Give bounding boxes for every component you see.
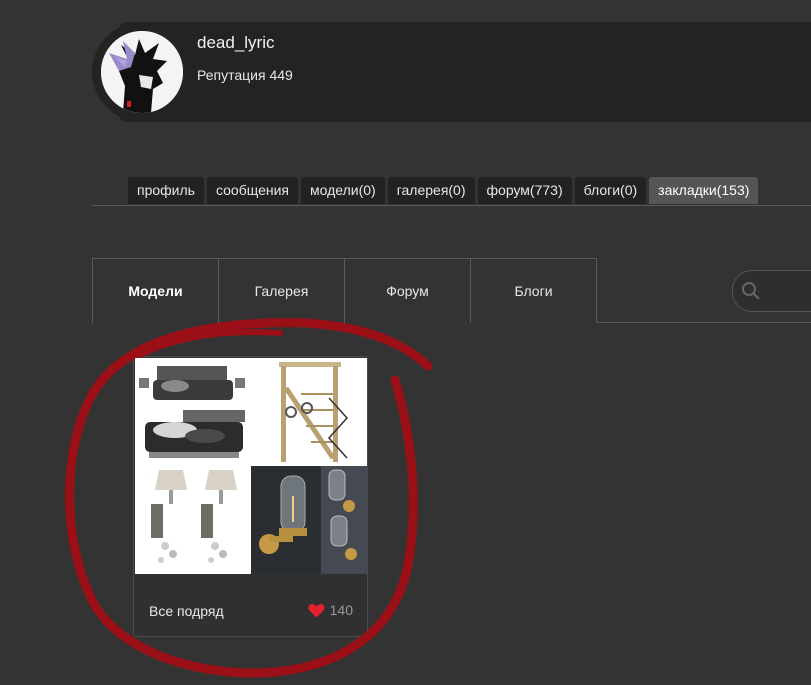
bed-thumbnail (135, 358, 251, 466)
folder-thumbnail (135, 358, 367, 574)
tab-blogs[interactable]: блоги(0) (574, 177, 647, 204)
bookmark-folder-card[interactable]: Все подряд 140 (133, 356, 368, 637)
tabs-divider (92, 205, 811, 206)
subtab-blogs[interactable]: Блоги (471, 259, 597, 323)
wall-bars-thumbnail (251, 358, 367, 466)
tab-forum[interactable]: форум(773) (477, 177, 572, 204)
subtab-models[interactable]: Модели (93, 259, 219, 323)
profile-tabs: профиль сообщения модели(0) галерея(0) ф… (128, 177, 759, 204)
tab-models[interactable]: модели(0) (301, 177, 385, 204)
search-input[interactable] (732, 270, 811, 312)
sconce-thumbnail (135, 466, 251, 574)
subtabs-divider (596, 322, 811, 323)
tab-profile[interactable]: профиль (128, 177, 204, 204)
subtab-gallery[interactable]: Галерея (219, 259, 345, 323)
search-icon (742, 282, 760, 300)
tab-messages[interactable]: сообщения (206, 177, 298, 204)
tab-bookmarks[interactable]: закладки(153) (649, 177, 759, 204)
likes-count: 140 (329, 602, 353, 618)
heart-icon (308, 603, 325, 617)
username[interactable]: dead_lyric (197, 33, 275, 53)
bookmark-category-tabs: Модели Галерея Форум Блоги (92, 258, 597, 323)
avatar[interactable] (101, 31, 183, 113)
subtab-forum[interactable]: Форум (345, 259, 471, 323)
brass-sconce-thumbnail (251, 466, 367, 574)
tab-gallery[interactable]: галерея(0) (387, 177, 475, 204)
folder-title[interactable]: Все подряд (149, 603, 224, 619)
reputation-text: Репутация 449 (197, 67, 293, 83)
likes-counter[interactable]: 140 (308, 602, 353, 618)
avatar-image (101, 31, 183, 113)
